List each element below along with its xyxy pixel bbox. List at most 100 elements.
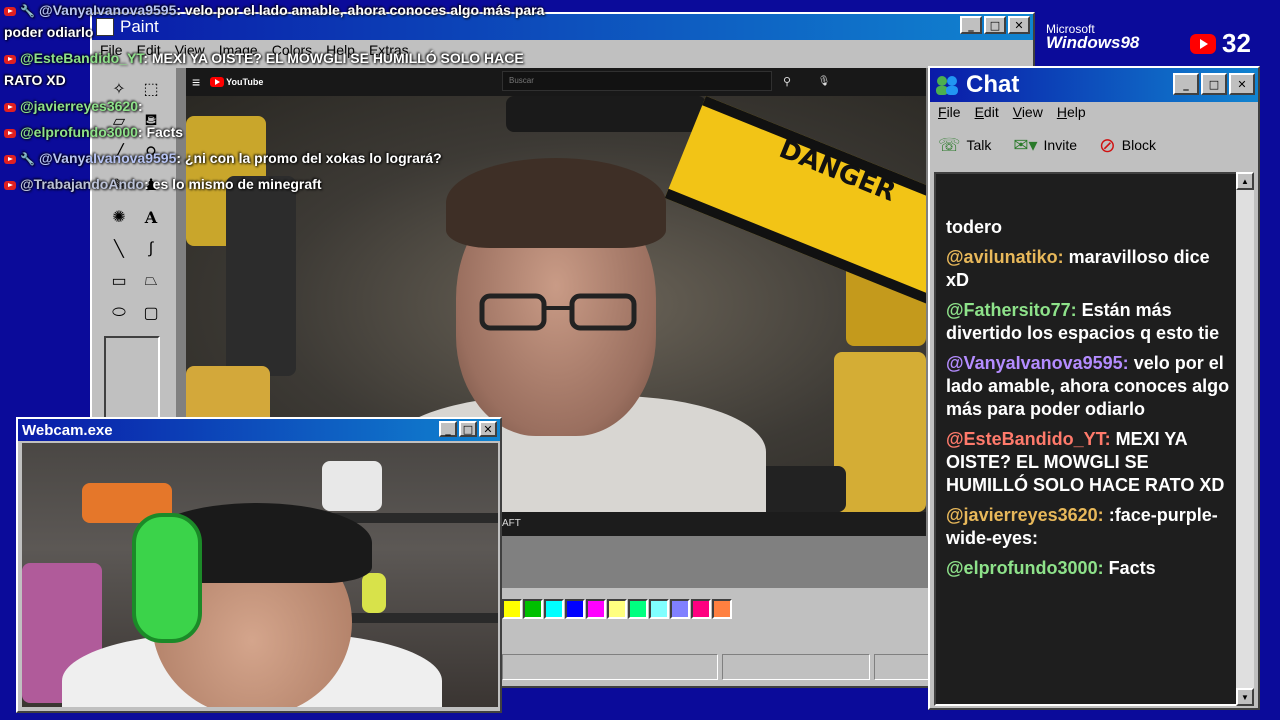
overlay-message: @elprofundo3000: Facts (4, 124, 183, 140)
text-tool-icon[interactable]: A (136, 202, 166, 232)
chat-username[interactable]: @VanyaIvanova9595: (946, 353, 1129, 373)
maximize-button[interactable]: □ (459, 421, 477, 437)
chat-title: Chat (966, 71, 1020, 98)
youtube-icon (4, 180, 16, 190)
chat-menu-view[interactable]: View (1013, 104, 1043, 120)
talk-label: Talk (966, 137, 992, 153)
youtube-brand-text: YouTube (226, 77, 264, 87)
chat-username[interactable]: @EsteBandido_YT: (946, 429, 1111, 449)
overlay-text: : MEXI YA OISTE? EL MOWGLI SE HUMILLÓ SO… (143, 50, 524, 66)
color-swatch[interactable] (649, 599, 669, 619)
color-swatch[interactable] (607, 599, 627, 619)
rectangle-icon[interactable]: ▭ (104, 266, 134, 296)
chat-menu-edit[interactable]: Edit (975, 104, 999, 120)
chat-message: todero (946, 216, 1234, 239)
overlay-username: @VanyaIvanova9595 (38, 150, 177, 166)
overlay-username: @VanyaIvanova9595 (38, 2, 177, 18)
overlay-text: : Facts (137, 124, 184, 140)
scroll-down-icon[interactable]: ▼ (1236, 688, 1254, 706)
talk-button[interactable]: ☏ Talk (938, 130, 991, 160)
overlay-text: : es lo mismo de minegraft (144, 176, 322, 192)
chat-message: @VanyaIvanova9595: velo por el lado amab… (946, 352, 1234, 421)
chat-message: @javierreyes3620: :face-purple-wide-eyes… (946, 504, 1234, 550)
overlay-message: @TrabajandoAndo: es lo mismo de minegraf… (4, 176, 321, 192)
chat-username[interactable]: @avilunatiko: (946, 247, 1064, 267)
youtube-play-icon (1190, 33, 1216, 54)
color-swatch[interactable] (670, 599, 690, 619)
ellipse-icon[interactable]: ⬭ (104, 298, 134, 328)
line-icon[interactable]: ╲ (104, 234, 134, 264)
close-button[interactable]: ✕ (1008, 16, 1030, 34)
chat-toolbar: ☏ Talk ✉▾ Invite ⊘ Block (938, 130, 1156, 160)
color-swatch[interactable] (523, 599, 543, 619)
microphone-icon[interactable]: 🎙 (814, 71, 834, 91)
tool-options-box[interactable] (104, 336, 160, 426)
rounded-rect-icon[interactable]: ▢ (136, 298, 166, 328)
overlay-username: @EsteBandido_YT (20, 50, 144, 66)
close-button[interactable]: ✕ (1229, 73, 1255, 95)
color-swatch[interactable] (628, 599, 648, 619)
chat-titlebar[interactable]: Chat _ □ ✕ (930, 68, 1258, 102)
streamer-hair (446, 158, 666, 248)
chat-messages-panel[interactable]: todero @avilunatiko: maravilloso dice xD… (934, 172, 1240, 706)
chat-message: @elprofundo3000: Facts (946, 557, 1234, 580)
overlay-text: : ¿ni con la promo del xokas lo logrará? (176, 150, 442, 166)
windows98-label: Windows98 (1046, 33, 1140, 52)
chat-username[interactable]: @Fathersito77: (946, 300, 1077, 320)
paint-app-icon (96, 18, 114, 36)
minimize-button[interactable]: _ (960, 16, 982, 34)
webcam-titlebar[interactable]: Webcam.exe _ □ ✕ (18, 419, 500, 441)
color-swatch[interactable] (712, 599, 732, 619)
windows98-logo: Microsoft Windows98 (1046, 22, 1139, 53)
chat-scrollbar[interactable]: ▲ ▼ (1236, 172, 1254, 706)
color-palette (502, 599, 732, 619)
chat-message-text: todero (946, 217, 1002, 237)
chat-message: @EsteBandido_YT: MEXI YA OISTE? EL MOWGL… (946, 428, 1234, 497)
youtube-icon (4, 6, 16, 16)
youtube-logo[interactable]: YouTube (210, 77, 263, 87)
youtube-icon (4, 54, 16, 64)
webcam-window: Webcam.exe _ □ ✕ (16, 417, 502, 713)
chat-menu-file[interactable]: File (938, 104, 961, 120)
glasses-icon (479, 293, 637, 331)
webcam-feed (22, 443, 498, 707)
curve-icon[interactable]: ∫ (136, 234, 166, 264)
close-button[interactable]: ✕ (479, 421, 497, 437)
toilet-paper-image (322, 461, 382, 511)
block-label: Block (1121, 137, 1157, 153)
invite-button[interactable]: ✉▾ Invite (1013, 130, 1077, 160)
chat-username[interactable]: @javierreyes3620: (946, 505, 1104, 525)
color-swatch[interactable] (502, 599, 522, 619)
color-swatch[interactable] (586, 599, 606, 619)
color-swatch[interactable] (691, 599, 711, 619)
block-button[interactable]: ⊘ Block (1099, 130, 1156, 160)
chat-people-icon (936, 76, 958, 95)
maximize-button[interactable]: □ (1201, 73, 1227, 95)
chat-menubar: File Edit View Help (938, 104, 1086, 120)
barrel-image (834, 352, 926, 512)
chat-username[interactable]: @elprofundo3000: (946, 558, 1104, 578)
chat-menu-help[interactable]: Help (1057, 104, 1086, 120)
scroll-up-icon[interactable]: ▲ (1236, 172, 1254, 190)
overlay-text: : velo por el lado amable, ahora conoces… (176, 2, 545, 18)
youtube-icon (4, 154, 16, 164)
search-icon[interactable]: ⚲ (772, 71, 802, 91)
color-swatch[interactable] (565, 599, 585, 619)
color-swatch[interactable] (544, 599, 564, 619)
overlay-message: 🔧 @VanyaIvanova9595: velo por el lado ama… (4, 2, 544, 18)
youtube-search-input[interactable]: Buscar (502, 71, 772, 91)
status-pane (722, 654, 870, 680)
overlay-username: @elprofundo3000 (20, 124, 138, 140)
barrel-image (506, 96, 706, 132)
block-icon: ⊘ (1099, 134, 1116, 157)
polygon-icon[interactable]: ⏢ (136, 266, 166, 296)
invite-label: Invite (1043, 137, 1078, 153)
airbrush-icon[interactable]: ✺ (104, 202, 134, 232)
invite-icon: ✉▾ (1013, 134, 1038, 155)
minimize-button[interactable]: _ (1173, 73, 1199, 95)
overlay-text: : (137, 98, 143, 114)
overlay-message-continuation: poder odiarlo (4, 24, 94, 40)
maximize-button[interactable]: □ (984, 16, 1006, 34)
hamburger-menu-icon[interactable]: ≡ (192, 74, 200, 90)
minimize-button[interactable]: _ (439, 421, 457, 437)
